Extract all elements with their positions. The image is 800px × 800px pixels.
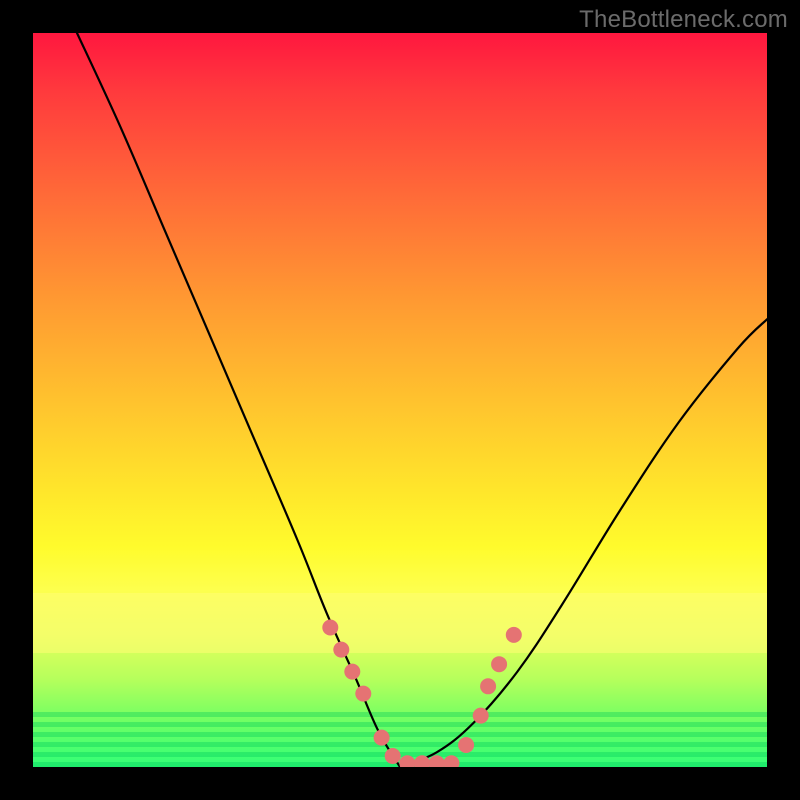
scatter-dot — [429, 755, 445, 767]
scatter-dot — [385, 748, 401, 764]
scatter-dot — [491, 656, 507, 672]
scatter-dot — [480, 678, 496, 694]
scatter-dots — [322, 620, 522, 768]
scatter-dot — [355, 686, 371, 702]
bottleneck-curve-left — [77, 33, 400, 767]
scatter-dot — [333, 642, 349, 658]
scatter-dot — [506, 627, 522, 643]
scatter-dot — [374, 730, 390, 746]
curve-layer — [33, 33, 767, 767]
scatter-dot — [399, 755, 415, 767]
watermark-text: TheBottleneck.com — [579, 6, 788, 34]
scatter-dot — [473, 708, 489, 724]
scatter-dot — [344, 664, 360, 680]
scatter-dot — [458, 737, 474, 753]
chart-frame: TheBottleneck.com — [0, 0, 800, 800]
bottleneck-curve-right — [400, 319, 767, 767]
scatter-dot — [322, 620, 338, 636]
scatter-dot — [443, 755, 459, 767]
plot-area — [33, 33, 767, 767]
